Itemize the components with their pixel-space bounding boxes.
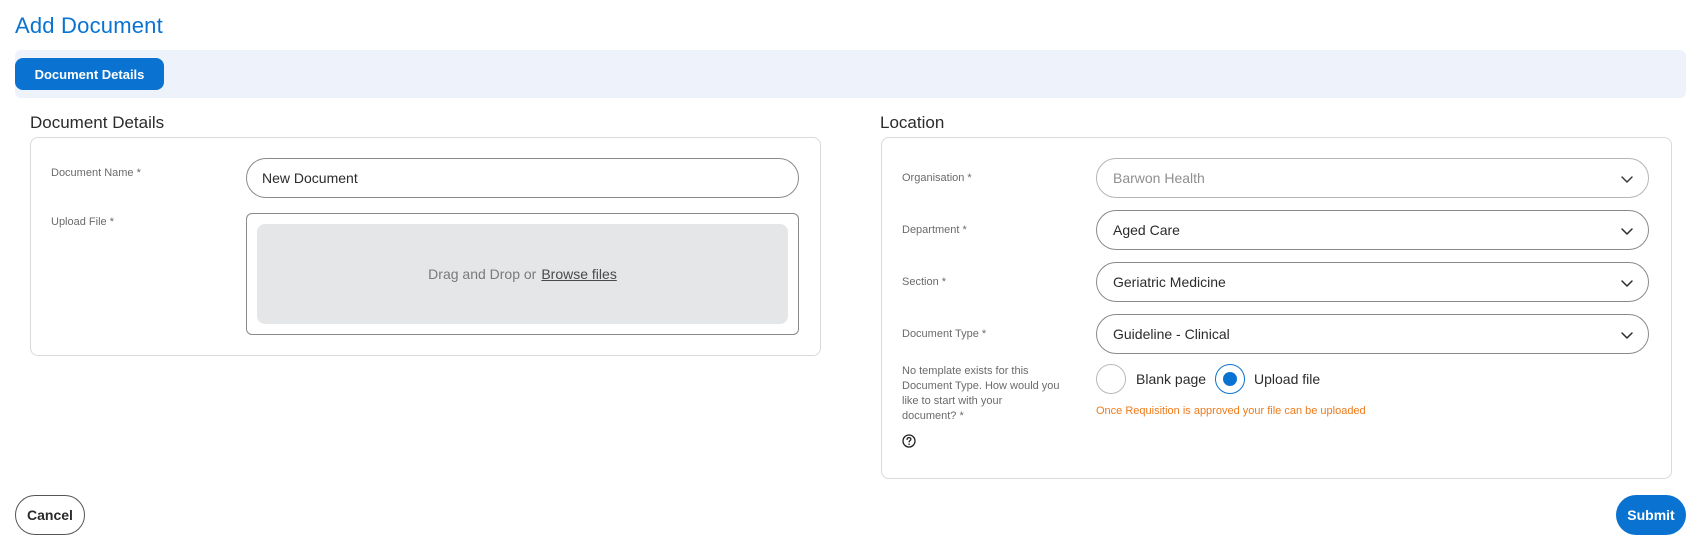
location-heading: Location (880, 113, 945, 132)
page-title: Add Document (15, 13, 163, 38)
section-value: Geriatric Medicine (1113, 274, 1226, 290)
section-select[interactable]: Geriatric Medicine (1096, 262, 1649, 302)
upload-file-box: Drag and Drop or Browse files (246, 213, 799, 335)
chevron-down-icon (1621, 176, 1633, 183)
section-label: Section * (902, 276, 947, 288)
tab-document-details[interactable]: Document Details (15, 58, 164, 90)
department-label: Department * (902, 224, 967, 236)
document-name-label: Document Name * (51, 167, 141, 179)
document-name-input[interactable] (246, 158, 799, 198)
department-select[interactable]: Aged Care (1096, 210, 1649, 250)
start-question-label: No template exists for this Document Typ… (902, 365, 1060, 422)
dropzone-text: Drag and Drop or (428, 266, 537, 282)
organisation-label: Organisation * (902, 172, 972, 184)
upload-file-option-label[interactable]: Upload file (1254, 371, 1320, 387)
department-value: Aged Care (1113, 222, 1180, 238)
file-dropzone[interactable]: Drag and Drop or Browse files (257, 224, 788, 324)
radio-selected-dot (1223, 372, 1237, 386)
tab-bar (15, 50, 1686, 98)
browse-files-link[interactable]: Browse files (541, 266, 616, 282)
document-type-value: Guideline - Clinical (1113, 326, 1230, 342)
document-details-heading: Document Details (30, 113, 165, 132)
document-type-label: Document Type * (902, 328, 987, 340)
blank-page-label[interactable]: Blank page (1136, 371, 1206, 387)
organisation-value: Barwon Health (1113, 170, 1205, 186)
upload-warning-text: Once Requisition is approved your file c… (1096, 405, 1366, 417)
upload-file-label: Upload File * (51, 216, 114, 228)
chevron-down-icon (1621, 332, 1633, 339)
upload-file-radio[interactable] (1215, 364, 1245, 394)
question-circle-icon[interactable] (902, 434, 916, 448)
submit-button[interactable]: Submit (1616, 495, 1686, 535)
chevron-down-icon (1621, 228, 1633, 235)
blank-page-radio[interactable] (1096, 364, 1126, 394)
organisation-select[interactable]: Barwon Health (1096, 158, 1649, 198)
chevron-down-icon (1621, 280, 1633, 287)
cancel-button[interactable]: Cancel (15, 495, 85, 535)
document-type-select[interactable]: Guideline - Clinical (1096, 314, 1649, 354)
